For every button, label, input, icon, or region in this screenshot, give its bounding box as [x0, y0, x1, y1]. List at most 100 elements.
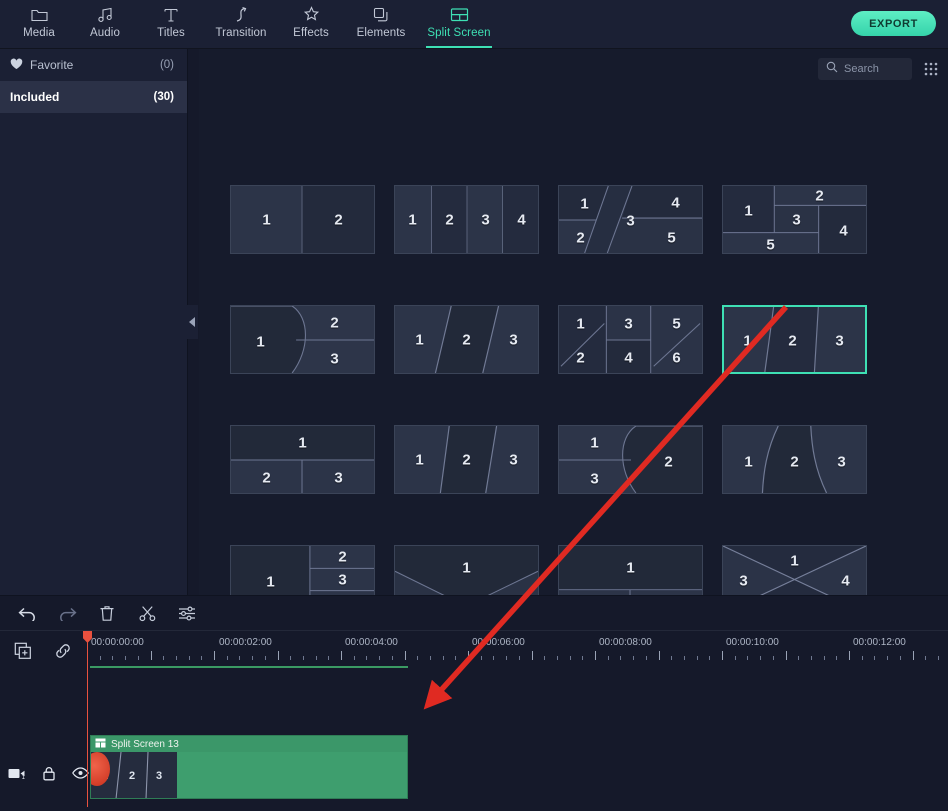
ruler-tick — [671, 656, 672, 660]
ruler-tick — [468, 651, 469, 660]
template-split-3-curve-left[interactable]: 1 2 3 — [230, 305, 375, 374]
sidebar-item-count: (0) — [160, 59, 174, 71]
ruler-tick — [608, 656, 609, 660]
ruler-tick — [417, 656, 418, 660]
cell-number: 1 — [415, 331, 423, 348]
ruler-tick — [722, 651, 723, 660]
video-camera-icon[interactable]: 1 — [8, 767, 26, 780]
cell-number: 3 — [481, 211, 489, 228]
delete-button[interactable] — [94, 601, 120, 625]
cell-number: 1 — [590, 434, 598, 451]
cell-number: 4 — [517, 211, 525, 228]
template-split-3-slanted-selected[interactable]: 1 2 3 — [722, 305, 867, 374]
ruler-tick — [760, 656, 761, 660]
undo-button[interactable] — [14, 601, 40, 625]
ruler-tick — [773, 656, 774, 660]
template-split-3-slanted-a[interactable]: 1 2 3 — [394, 305, 539, 374]
template-split-6-grid-diagonal[interactable]: 1 2 3 4 5 6 — [558, 305, 703, 374]
template-split-5-mosaic[interactable]: 1 2 3 4 5 — [722, 185, 867, 254]
cell-number: 5 — [667, 229, 675, 246]
timeline-track-area: 1 2 3 Split Screen 13 — [87, 735, 948, 811]
template-split-5-slanted[interactable]: 1 2 3 4 5 — [558, 185, 703, 254]
nav-item-label: Media — [23, 27, 55, 39]
nav-item-transition[interactable]: Transition — [204, 0, 278, 48]
ruler-tick — [227, 656, 228, 660]
nav-item-titles[interactable]: Titles — [138, 0, 204, 48]
template-cell: 1 2 3 4 5 — [712, 159, 876, 279]
nav-item-split-screen[interactable]: Split Screen — [418, 0, 500, 48]
cell-number: 1 — [744, 453, 752, 470]
cell-number: 1 — [415, 451, 423, 468]
sidebar-item-included[interactable]: Included (30) — [0, 81, 187, 113]
sidebar-item-label: Included — [10, 90, 59, 104]
settings-button[interactable] — [174, 601, 200, 625]
track-header: 1 — [0, 735, 87, 811]
cell-number: 6 — [672, 349, 680, 366]
nav-item-audio[interactable]: Audio — [72, 0, 138, 48]
template-split-3-slanted-b[interactable]: 1 2 3 — [394, 425, 539, 494]
ruler-tick — [913, 651, 914, 660]
nav-item-label: Effects — [293, 27, 329, 39]
cell-number: 2 — [815, 187, 823, 204]
nav-item-label: Elements — [357, 27, 406, 39]
nav-item-effects[interactable]: Effects — [278, 0, 344, 48]
template-cell: 1 2 3 — [712, 279, 876, 399]
cell-number: 1 — [262, 211, 270, 228]
timeline-ruler[interactable]: 00:00:00:00 00:00:02:00 00:00:04:00 00:0… — [87, 631, 948, 669]
ruler-tick — [112, 656, 113, 660]
template-split-3-top-bottom[interactable]: 1 2 3 — [230, 425, 375, 494]
ruler-tick — [887, 656, 888, 660]
cell-number: 2 — [462, 331, 470, 348]
cell-number: 3 — [792, 211, 800, 228]
ruler-tick — [786, 651, 787, 660]
ruler-tick — [265, 656, 266, 660]
link-icon[interactable] — [50, 639, 76, 663]
template-cell: 1 2 3 — [548, 399, 712, 519]
cell-number: 2 — [576, 349, 584, 366]
sidebar: Favorite (0) Included (30) — [0, 49, 187, 595]
ruler-tick — [125, 656, 126, 660]
clip-thumb-number: 3 — [156, 770, 162, 782]
sidebar-item-favorite[interactable]: Favorite (0) — [0, 49, 187, 81]
template-split-3-funnel[interactable]: 1 2 3 — [722, 425, 867, 494]
ruler-label: 00:00:00:00 — [91, 637, 144, 648]
export-button[interactable]: EXPORT — [851, 11, 936, 36]
template-split-4-columns[interactable]: 1 2 3 4 — [394, 185, 539, 254]
ruler-tick — [735, 656, 736, 660]
ruler-tick — [925, 656, 926, 660]
ruler-tick — [316, 656, 317, 660]
template-cell: 1 2 3 4 — [384, 159, 548, 279]
library-toolbar: Search — [199, 49, 948, 89]
cell-number: 4 — [624, 349, 632, 366]
search-input[interactable]: Search — [818, 58, 912, 80]
nav-item-elements[interactable]: Elements — [344, 0, 418, 48]
sidebar-collapse-button[interactable] — [186, 305, 198, 339]
nav-item-label: Audio — [90, 27, 120, 39]
add-media-icon[interactable] — [10, 639, 36, 663]
split-button[interactable] — [134, 601, 160, 625]
grid-dots-icon[interactable] — [922, 60, 940, 78]
timeline-clip-split-screen-13[interactable]: 1 2 3 Split Screen 13 — [90, 735, 408, 799]
lock-icon[interactable] — [42, 766, 56, 781]
cell-number: 2 — [788, 332, 796, 349]
cell-number: 2 — [338, 548, 346, 565]
ruler-tick — [189, 656, 190, 660]
ruler-tick — [392, 656, 393, 660]
template-split-2-vertical[interactable]: 1 2 — [230, 185, 375, 254]
cell-number: 4 — [839, 222, 847, 239]
cell-number: 3 — [837, 453, 845, 470]
nav-item-media[interactable]: Media — [6, 0, 72, 48]
cell-number: 1 — [462, 559, 470, 576]
playhead[interactable] — [87, 631, 88, 807]
template-cell: 1 2 3 — [384, 279, 548, 399]
cell-number: 2 — [262, 469, 270, 486]
redo-button[interactable] — [54, 601, 80, 625]
ruler-tick — [278, 651, 279, 660]
ruler-tick — [328, 656, 329, 660]
search-icon — [826, 60, 838, 78]
ruler-tick — [938, 656, 939, 660]
clip-title-bar: Split Screen 13 — [91, 736, 407, 752]
template-split-3-curve-right[interactable]: 1 2 3 — [558, 425, 703, 494]
ruler-label: 00:00:12:00 — [853, 637, 906, 648]
cell-number: 1 — [580, 195, 588, 212]
